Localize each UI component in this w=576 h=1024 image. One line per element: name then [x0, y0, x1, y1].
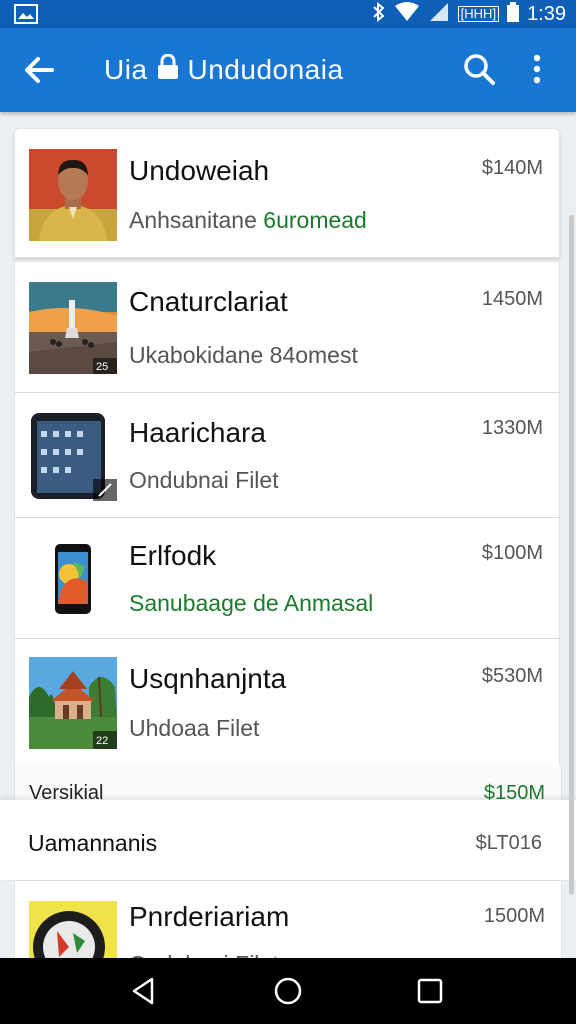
status-badge: [HHH] [457, 6, 500, 22]
item-subtitle: Anhsanitane 6uromead [129, 207, 367, 234]
status-bar: [HHH] 1:39 [0, 0, 576, 28]
item-name: Undoweiah [129, 155, 270, 186]
summary-row[interactable]: Uamannanis $LT016 [0, 800, 576, 880]
list-item[interactable]: Undoweiah Anhsanitane 6uromead $140M [14, 128, 560, 258]
list-item[interactable]: Erlfodk Sanubaage de Anmasal $100M [14, 518, 560, 639]
temple-thumbnail: 22 [29, 657, 117, 749]
search-icon[interactable] [462, 52, 496, 86]
list-item[interactable]: Haarichara Ondubnai Filet 1330M [14, 393, 560, 518]
list-item[interactable]: 25 Cnaturclariat Ukabokidane 84omest 145… [14, 262, 560, 393]
battery-icon [507, 1, 520, 27]
scrollbar[interactable] [569, 215, 574, 895]
recents-icon[interactable] [414, 975, 446, 1007]
item-size: 1330M [481, 417, 543, 439]
list-item[interactable]: Pnrderiariam Ondubnai Filet 1500M [14, 880, 562, 961]
item-subtitle: Ukabokidane 84omest [129, 342, 358, 368]
back-icon[interactable] [128, 975, 160, 1007]
item-size: 1500M [483, 905, 545, 927]
page-title: Uia Undudonaia [104, 52, 344, 88]
signal-icon [428, 2, 450, 27]
item-size: $530M [481, 665, 543, 687]
svg-text:22: 22 [96, 735, 108, 747]
title-right: Undudonaia [187, 54, 344, 85]
list-item[interactable]: 22 Usqnhanjnta Uhdoaa Filet $530M [14, 639, 560, 766]
item-subtitle-text: Anhsanitane [129, 207, 257, 233]
item-name: Haarichara [129, 417, 266, 448]
portrait-thumbnail [29, 149, 117, 241]
home-icon[interactable] [272, 975, 304, 1007]
summary-label: Uamannanis [28, 830, 158, 856]
item-size: 1450M [481, 288, 543, 310]
navigation-bar [0, 958, 576, 1024]
svg-text:25: 25 [96, 361, 108, 373]
image-notification-icon [14, 4, 38, 29]
landmark-thumbnail: 25 [29, 282, 117, 374]
phone-thumbnail [29, 532, 117, 624]
summary-amount: $LT016 [475, 832, 542, 854]
item-subtitle: Uhdoaa Filet [129, 715, 260, 741]
lock-icon [156, 53, 180, 87]
section-header: Versikial $150M [14, 764, 562, 804]
back-arrow-icon[interactable] [22, 52, 58, 88]
file-list: Undoweiah Anhsanitane 6uromead $140M 25 … [14, 128, 560, 766]
item-name: Usqnhanjnta [129, 663, 287, 694]
item-name: Erlfodk [129, 540, 217, 571]
more-options-icon[interactable] [520, 52, 554, 86]
item-subtitle: Sanubaage de Anmasal [129, 590, 374, 616]
tablet-thumbnail [29, 409, 117, 501]
item-subtitle: Ondubnai Filet [129, 467, 279, 493]
item-subtitle-highlight: 6uromead [263, 207, 367, 233]
app-bar: Uia Undudonaia [0, 28, 576, 112]
art-thumbnail [29, 901, 117, 961]
item-size: $140M [481, 157, 543, 179]
clock: 1:39 [527, 2, 566, 25]
item-name: Cnaturclariat [129, 286, 288, 317]
bluetooth-icon [372, 1, 386, 27]
title-left: Uia [104, 54, 148, 85]
item-name: Pnrderiariam [129, 901, 290, 932]
wifi-icon [394, 1, 420, 27]
item-size: $100M [481, 542, 543, 564]
